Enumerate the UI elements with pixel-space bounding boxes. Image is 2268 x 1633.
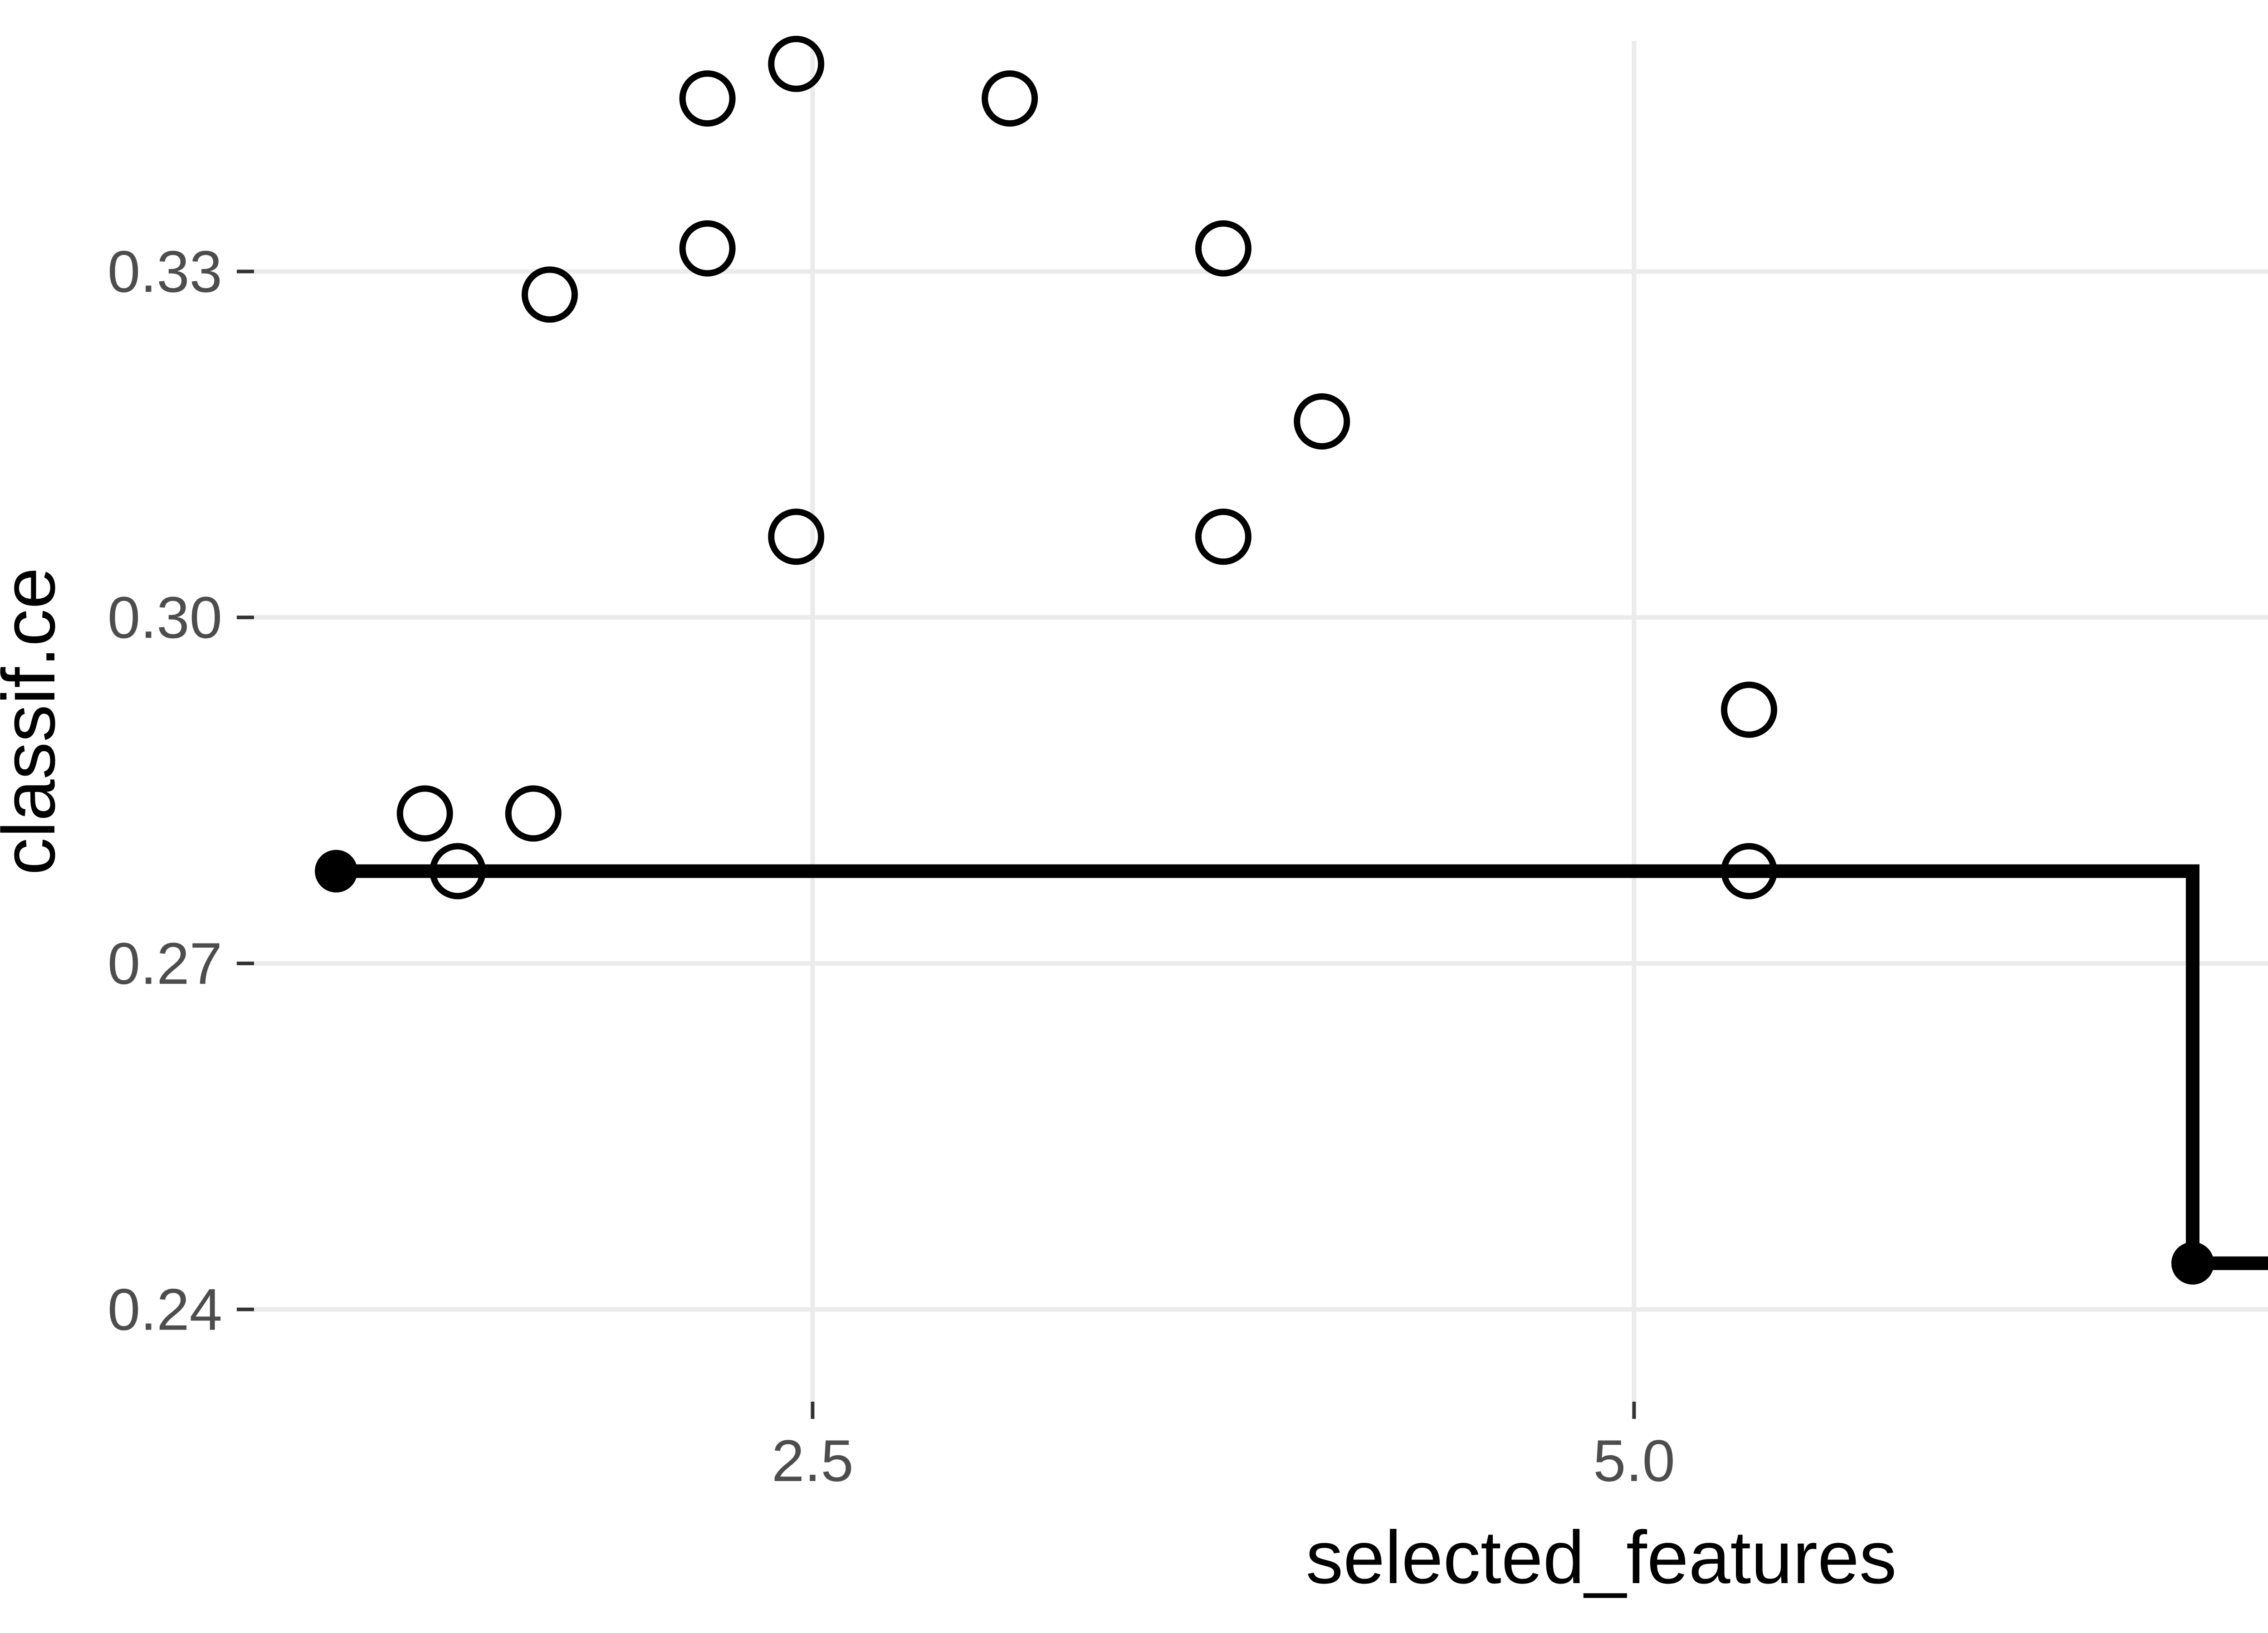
y-tick-label: 0.33 xyxy=(108,238,222,304)
y-tick-label: 0.30 xyxy=(108,584,222,650)
panel-background xyxy=(254,41,2268,1402)
chart-svg: 2.55.07.5 0.240.270.300.33 selected_feat… xyxy=(0,0,2268,1633)
y-tick-label: 0.27 xyxy=(108,930,222,997)
plot-panel xyxy=(254,39,2268,1402)
x-tick-label: 2.5 xyxy=(772,1428,854,1494)
y-axis-ticks: 0.24 0.27 0.30 0.33 xyxy=(108,238,254,1342)
pareto-point xyxy=(316,851,357,892)
x-axis-title: selected_features xyxy=(1306,1516,1897,1599)
pareto-point xyxy=(2172,1243,2213,1284)
x-axis-ticks: 2.55.07.5 xyxy=(772,1402,2268,1494)
y-tick-label: 0.24 xyxy=(108,1276,222,1343)
chart-container: 2.55.07.5 0.240.270.300.33 selected_feat… xyxy=(0,0,2268,1633)
x-tick-label: 5.0 xyxy=(1593,1428,1675,1494)
y-axis-title: classif.ce xyxy=(0,567,70,875)
